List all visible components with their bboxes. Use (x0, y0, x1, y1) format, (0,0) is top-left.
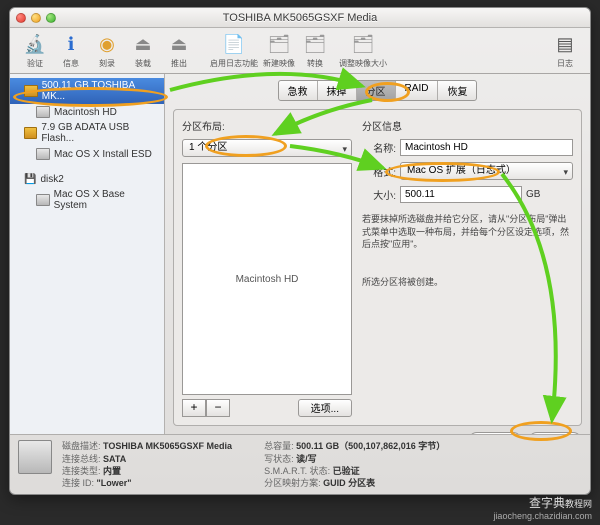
partition-pane: 分区布局: 1 个分区 Macintosh HD + − 选项... 分区信息 … (173, 109, 582, 426)
info-icon: ℹ (57, 31, 85, 57)
doc-stack-icon: 🗂 (265, 31, 293, 57)
name-label: 名称: (362, 140, 396, 155)
main-panel: 急救 抹掉 分区 RAID 恢复 分区布局: 1 个分区 Macintosh H… (165, 74, 590, 434)
tab-erase[interactable]: 抹掉 (318, 81, 357, 100)
doc-icon: 📄 (220, 31, 248, 57)
zoom-icon[interactable] (46, 13, 56, 23)
layout-label: 分区布局: (182, 118, 352, 133)
info-title: 分区信息 (362, 118, 573, 133)
toolbar: 🔬验证 ℹ信息 ◉刻录 ⏏装载 ⏏推出 📄启用日志功能 🗂新建映像 🗂转换 🗂调… (10, 28, 590, 74)
tab-first-aid[interactable]: 急救 (279, 81, 318, 100)
format-select[interactable]: Mac OS 扩展（日志式） (400, 162, 573, 180)
close-icon[interactable] (16, 13, 26, 23)
microscope-icon: 🔬 (21, 31, 49, 57)
tb-verify[interactable]: 🔬验证 (18, 31, 52, 69)
tabset: 急救 抹掉 分区 RAID 恢复 (173, 80, 582, 101)
sidebar-item-toshiba[interactable]: 500.11 GB TOSHIBA MK... (10, 78, 164, 104)
titlebar: TOSHIBA MK5065GSXF Media (10, 8, 590, 28)
tb-log[interactable]: ▤日志 (548, 31, 582, 69)
eject-icon: ⏏ (165, 31, 193, 57)
volume-icon (36, 148, 50, 160)
sidebar-item-mac-hd[interactable]: Macintosh HD (10, 104, 164, 120)
hdd-icon (24, 85, 38, 97)
add-partition-button[interactable]: + (182, 399, 206, 417)
sidebar-item-disk2[interactable]: 💾disk2 (10, 172, 164, 187)
tab-partition[interactable]: 分区 (357, 81, 396, 100)
tb-burn[interactable]: ◉刻录 (90, 31, 124, 69)
tb-journal[interactable]: 📄启用日志功能 (208, 31, 260, 69)
tb-info[interactable]: ℹ信息 (54, 31, 88, 69)
tb-new-image[interactable]: 🗂新建映像 (262, 31, 296, 69)
hdd-icon (24, 127, 37, 139)
tb-convert[interactable]: 🗂转换 (298, 31, 332, 69)
doc-stack-icon: 🗂 (301, 31, 329, 57)
doc-stack-icon: 🗂 (349, 31, 377, 57)
format-label: 格式: (362, 164, 396, 179)
dmg-icon: 💾 (24, 174, 36, 185)
layout-select[interactable]: 1 个分区 (182, 139, 352, 157)
size-unit: GB (526, 189, 540, 200)
partition-canvas[interactable]: Macintosh HD (182, 163, 352, 395)
tb-mount[interactable]: ⏏装载 (126, 31, 160, 69)
tab-raid[interactable]: RAID (396, 81, 439, 100)
tb-eject[interactable]: ⏏推出 (162, 31, 196, 69)
sidebar-item-base-system[interactable]: Mac OS X Base System (10, 187, 164, 213)
remove-partition-button[interactable]: − (206, 399, 230, 417)
options-button[interactable]: 选项... (298, 399, 352, 417)
window-controls (16, 13, 56, 23)
disk-utility-window: TOSHIBA MK5065GSXF Media 🔬验证 ℹ信息 ◉刻录 ⏏装载… (9, 7, 591, 495)
status-text: 所选分区将被创建。 (362, 275, 573, 288)
tb-resize[interactable]: 🗂调整映像大小 (334, 31, 392, 69)
size-field[interactable] (400, 186, 522, 203)
size-label: 大小: (362, 187, 396, 202)
name-field[interactable] (400, 139, 573, 156)
sidebar-item-install-esd[interactable]: Mac OS X Install ESD (10, 146, 164, 162)
watermark: 查字典教程网 jiaocheng.chazidian.com (493, 494, 592, 521)
eject-icon: ⏏ (129, 31, 157, 57)
tab-restore[interactable]: 恢复 (438, 81, 476, 100)
window-title: TOSHIBA MK5065GSXF Media (10, 12, 590, 24)
burn-icon: ◉ (93, 31, 121, 57)
instruction-text: 若要抹掉所选磁盘并给它分区，请从"分区布局"弹出式菜单中选取一种布局，并给每个分… (362, 213, 573, 251)
device-sidebar: 500.11 GB TOSHIBA MK... Macintosh HD 7.9… (10, 74, 165, 434)
sidebar-item-adata[interactable]: 7.9 GB ADATA USB Flash... (10, 120, 164, 146)
hdd-icon (18, 440, 52, 474)
volume-icon (36, 106, 50, 118)
minimize-icon[interactable] (31, 13, 41, 23)
disk-info-footer: 磁盘描述: TOSHIBA MK5065GSXF Media 连接总线: SAT… (10, 434, 590, 494)
log-icon: ▤ (551, 31, 579, 57)
volume-icon (36, 194, 50, 206)
